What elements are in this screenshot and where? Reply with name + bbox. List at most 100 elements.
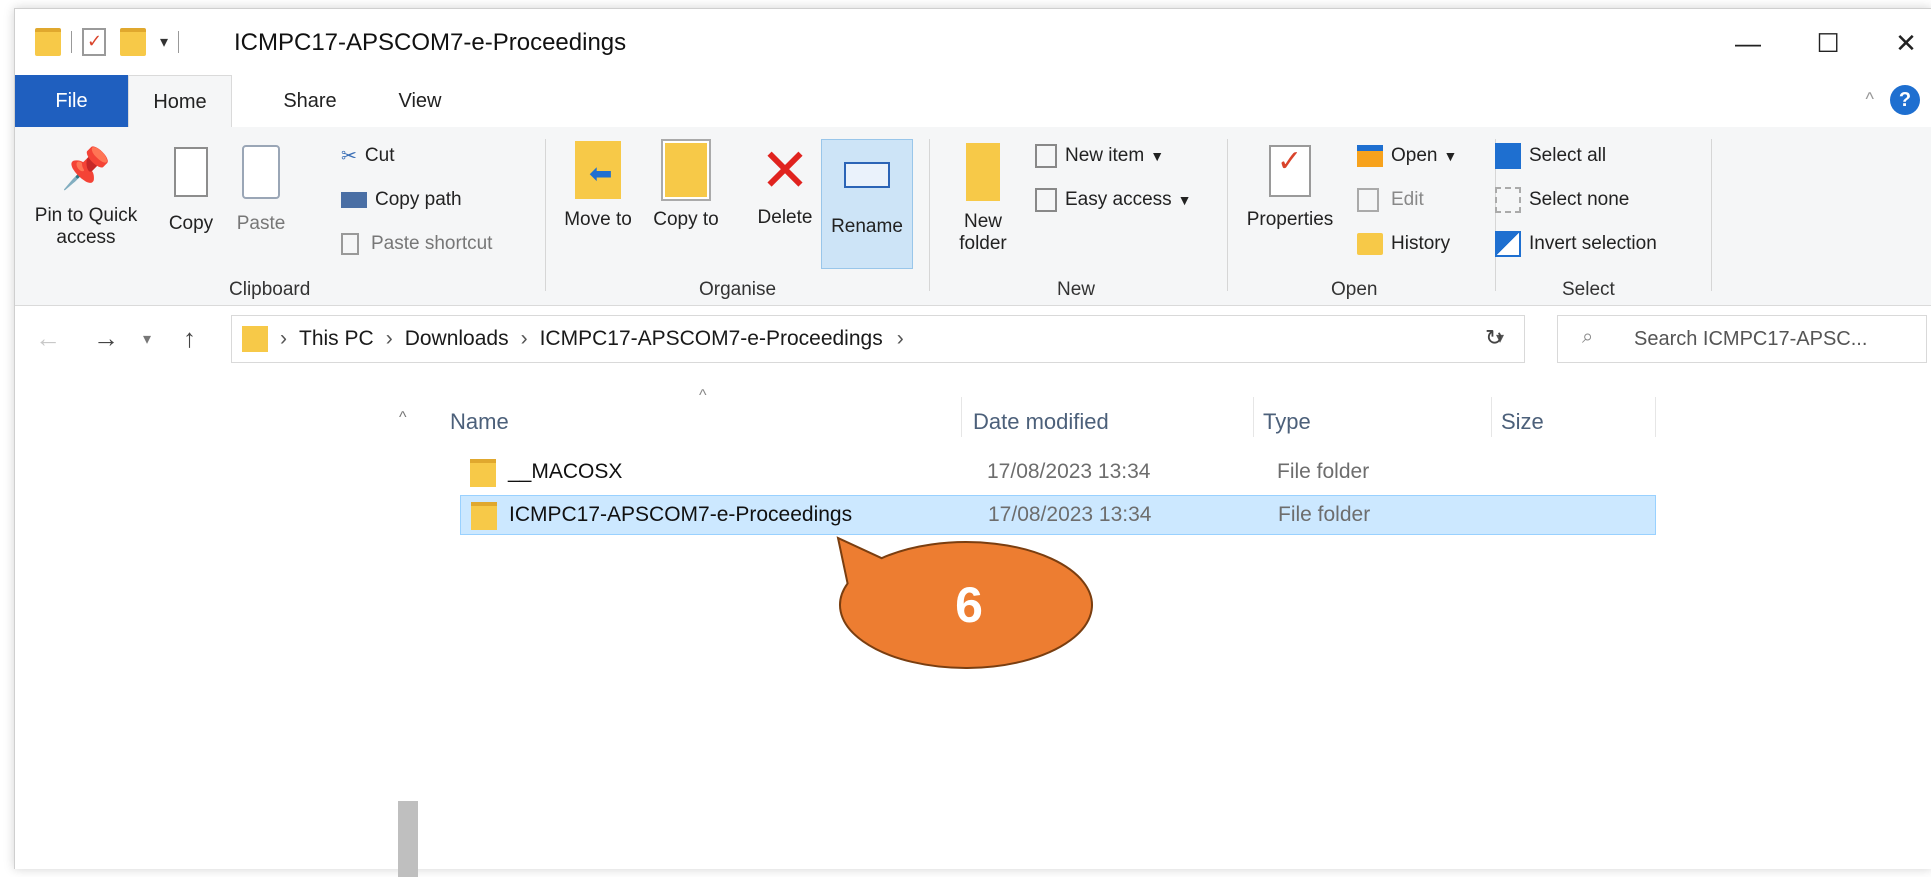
clipboard-icon — [242, 145, 280, 199]
easy-access-button[interactable]: Easy access ▼ — [1035, 185, 1192, 215]
cut-button[interactable]: ✂ Cut — [341, 141, 395, 171]
file-type: File folder — [1277, 460, 1370, 483]
breadcrumb-this-pc[interactable]: This PC — [299, 327, 374, 351]
help-icon[interactable]: ? — [1890, 85, 1920, 115]
select-none-button[interactable]: Select none — [1495, 185, 1629, 215]
paste-button[interactable]: Paste — [229, 141, 293, 235]
new-folder-button[interactable]: New folder — [943, 141, 1023, 255]
copy-path-label: Copy path — [375, 189, 462, 210]
move-to-label: Move to — [564, 209, 632, 230]
history-button[interactable]: History — [1357, 229, 1450, 259]
breadcrumb-separator-icon: › — [385, 327, 393, 350]
copy-label: Copy — [168, 213, 214, 234]
edit-button[interactable]: Edit — [1357, 185, 1424, 215]
file-row-macosx[interactable]: __MACOSX 17/08/2023 13:34 File folder — [460, 453, 1656, 493]
paste-label: Paste — [236, 213, 286, 234]
customize-toolbar-icon[interactable]: ▾ — [160, 32, 168, 52]
new-item-button[interactable]: New item ▼ — [1035, 141, 1164, 171]
pin-label: Pin to Quick access — [34, 205, 138, 248]
tab-home[interactable]: Home — [128, 75, 232, 128]
column-header-size[interactable]: Size — [1501, 409, 1544, 435]
breadcrumb-current-folder[interactable]: ICMPC17-APSCOM7-e-Proceedings — [540, 327, 883, 351]
new-item-icon — [1035, 144, 1057, 168]
search-box[interactable]: ⌕ Search ICMPC17-APSC... — [1557, 315, 1927, 363]
file-row-proceedings[interactable]: ICMPC17-APSCOM7-e-Proceedings 17/08/2023… — [460, 495, 1656, 535]
recent-locations-chevron-icon[interactable]: ▾ — [143, 329, 151, 349]
tab-view[interactable]: View — [385, 75, 455, 127]
minimize-icon[interactable]: — — [1728, 23, 1768, 63]
collapse-ribbon-icon[interactable]: ^ — [1866, 89, 1874, 110]
properties-quick-icon[interactable] — [82, 28, 106, 56]
rename-button[interactable]: Rename — [821, 139, 913, 269]
open-button[interactable]: Open ▼ — [1357, 141, 1457, 171]
group-label-organise: Organise — [699, 279, 777, 300]
column-divider[interactable] — [961, 397, 962, 437]
chevron-down-icon: ▼ — [1443, 148, 1458, 164]
chevron-down-icon: ▼ — [1150, 148, 1165, 164]
column-header-type[interactable]: Type — [1263, 409, 1311, 435]
close-icon[interactable]: ✕ — [1886, 23, 1926, 63]
column-divider[interactable] — [1253, 397, 1254, 437]
ribbon-tabs: File Home Share View ^ ? — [15, 75, 1931, 128]
toolbar-separator — [71, 31, 72, 53]
breadcrumb-downloads[interactable]: Downloads — [405, 327, 509, 351]
group-label-new: New — [1057, 279, 1096, 300]
back-arrow-icon[interactable]: ← — [35, 323, 61, 354]
open-label: Open — [1391, 145, 1438, 166]
quick-access-toolbar: ▾ — [35, 27, 189, 57]
scrollbar-thumb[interactable] — [398, 801, 418, 877]
invert-selection-label: Invert selection — [1529, 233, 1657, 254]
paste-shortcut-label: Paste shortcut — [371, 233, 493, 254]
tab-share[interactable]: Share — [270, 75, 350, 127]
new-folder-label: New folder — [959, 211, 1007, 254]
properties-icon: ✓ — [1269, 145, 1311, 197]
paste-shortcut-icon — [341, 233, 359, 255]
folder-icon — [242, 326, 268, 352]
navigation-bar: ← → ▾ ↑ › This PC › Downloads › ICMPC17-… — [15, 307, 1931, 371]
up-arrow-icon[interactable]: ↑ — [183, 323, 196, 354]
forward-arrow-icon[interactable]: → — [93, 323, 119, 354]
copy-to-label: Copy to — [653, 209, 719, 230]
select-none-icon — [1495, 187, 1521, 213]
scissors-icon: ✂ — [341, 145, 357, 167]
folder-icon — [471, 502, 497, 530]
file-date: 17/08/2023 13:34 — [988, 503, 1152, 526]
delete-button[interactable]: ✕ Delete — [745, 141, 825, 229]
group-label-clipboard: Clipboard — [229, 279, 311, 300]
scroll-up-icon[interactable]: ^ — [399, 409, 407, 427]
file-date: 17/08/2023 13:34 — [987, 460, 1151, 483]
navigation-scrollbar[interactable]: ^ — [395, 409, 419, 869]
move-to-button[interactable]: ⬅ Move to — [563, 141, 633, 231]
tab-file[interactable]: File — [15, 75, 128, 127]
maximize-icon[interactable]: ☐ — [1808, 23, 1848, 63]
group-divider — [1227, 139, 1228, 291]
group-divider — [545, 139, 546, 291]
new-folder-quick-icon[interactable] — [120, 28, 146, 56]
group-label-select: Select — [1562, 279, 1615, 300]
address-bar[interactable]: › This PC › Downloads › ICMPC17-APSCOM7-… — [231, 315, 1525, 363]
column-header-date-modified[interactable]: Date modified — [973, 409, 1109, 435]
properties-label: Properties — [1246, 209, 1334, 230]
pin-to-quick-access-button[interactable]: 📌 Pin to Quick access — [21, 141, 151, 249]
paste-shortcut-button[interactable]: Paste shortcut — [341, 229, 492, 259]
chevron-down-icon: ▼ — [1177, 192, 1192, 208]
cut-label: Cut — [364, 145, 395, 166]
refresh-icon[interactable]: ↻ — [1485, 325, 1503, 351]
breadcrumb-separator-icon: › — [520, 327, 528, 350]
select-none-label: Select none — [1529, 189, 1630, 210]
sort-indicator-icon: ^ — [699, 387, 707, 404]
column-header-name[interactable]: Name — [450, 409, 509, 435]
select-all-icon — [1495, 143, 1521, 169]
select-all-button[interactable]: Select all — [1495, 141, 1606, 171]
history-icon — [1357, 233, 1383, 255]
folder-icon — [35, 28, 61, 56]
column-divider[interactable] — [1491, 397, 1492, 437]
copy-icon — [174, 147, 208, 197]
invert-selection-button[interactable]: Invert selection — [1495, 229, 1657, 259]
copy-to-button[interactable]: Copy to — [651, 139, 721, 231]
column-divider[interactable] — [1655, 397, 1656, 437]
properties-button[interactable]: ✓ Properties — [1235, 141, 1345, 231]
copy-path-button[interactable]: Copy path — [341, 185, 462, 215]
copy-button[interactable]: Copy — [161, 141, 221, 235]
move-to-icon: ⬅ — [575, 141, 621, 199]
